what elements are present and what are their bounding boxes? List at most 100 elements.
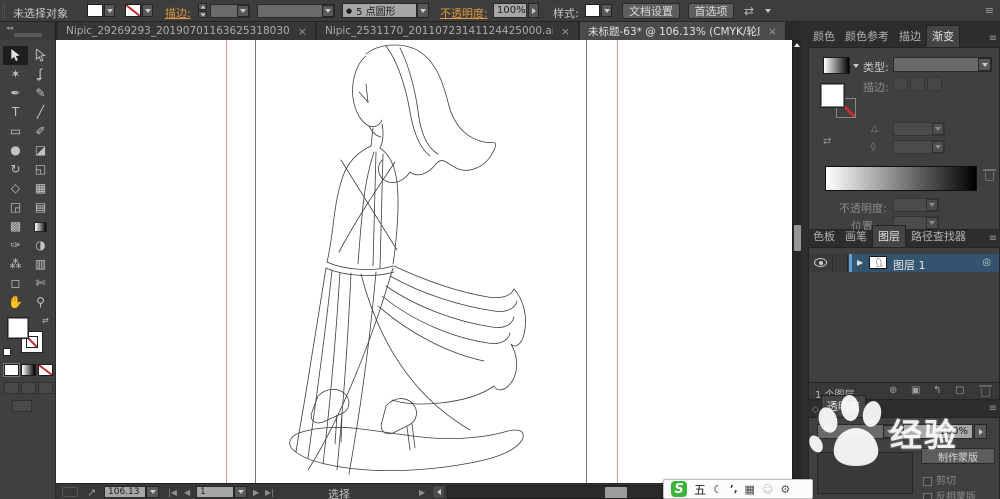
- layer-thumbnail[interactable]: [869, 256, 887, 269]
- free-transform-tool[interactable]: ▦: [28, 179, 53, 198]
- scale-tool[interactable]: ◱: [28, 160, 53, 179]
- gradient-slider[interactable]: [825, 166, 977, 191]
- last-artboard-button[interactable]: ▶|: [265, 488, 274, 497]
- target-circle-icon[interactable]: ◎: [982, 257, 991, 268]
- ime-login-icon[interactable]: ☺: [762, 483, 773, 496]
- document-setup-button[interactable]: 文档设置: [622, 3, 680, 19]
- visibility-cell[interactable]: [809, 254, 833, 272]
- new-sublayer-icon[interactable]: ↰: [933, 385, 941, 396]
- blob-brush-tool[interactable]: ●: [3, 141, 28, 160]
- locate-object-icon[interactable]: ⊕: [889, 385, 897, 396]
- brush-definition-arrow[interactable]: [417, 3, 429, 18]
- ime-mode-wubi[interactable]: 五: [694, 481, 706, 498]
- invert-mask-checkbox[interactable]: 反相蒙版: [923, 488, 976, 499]
- document-tab-2-close-icon[interactable]: ×: [561, 25, 570, 38]
- delete-stop-icon[interactable]: [983, 169, 996, 181]
- artboard-nav-icon[interactable]: [62, 487, 78, 497]
- layer-row-selected[interactable]: ▶ 图层 1 ◎: [849, 254, 999, 272]
- delete-layer-icon[interactable]: [979, 385, 992, 397]
- document-tab-1[interactable]: Nipic_29269293_20190701163625318030.ai* …: [58, 22, 316, 40]
- stroke-color-swatch[interactable]: [125, 4, 141, 17]
- pen-tool[interactable]: ✒: [3, 84, 28, 103]
- tab-stroke[interactable]: 描边: [894, 26, 926, 47]
- clip-checkbox[interactable]: 剪切: [923, 472, 956, 487]
- stroke-weight-stepper[interactable]: [198, 3, 207, 18]
- control-bar-menu-icon[interactable]: ≡: [985, 4, 994, 17]
- status-expand-icon[interactable]: ▶: [419, 488, 425, 497]
- transparency-opacity-field[interactable]: 100%: [903, 424, 973, 439]
- opacity-link[interactable]: 不透明度:: [440, 5, 488, 21]
- brush-definition-dropdown[interactable]: ● 5 点圆形: [342, 3, 417, 18]
- line-segment-tool[interactable]: ╱: [28, 103, 53, 122]
- transparency-panel-menu-icon[interactable]: ≡: [989, 403, 998, 414]
- gradient-stroke-along-button[interactable]: [910, 77, 925, 91]
- align-icon[interactable]: ⇄: [744, 4, 754, 18]
- expand-triangle-icon[interactable]: ▶: [857, 258, 863, 267]
- artwork-woman-sketch[interactable]: [56, 40, 792, 483]
- draw-normal-button[interactable]: [4, 382, 19, 394]
- style-dropdown[interactable]: [601, 4, 612, 17]
- make-clipping-mask-icon[interactable]: ▣: [911, 385, 920, 396]
- vertical-scrollbar[interactable]: [792, 40, 801, 483]
- pencil-tool[interactable]: ✎: [28, 84, 53, 103]
- tab-color[interactable]: 颜色: [808, 26, 840, 47]
- gradient-angle-field[interactable]: [893, 122, 945, 136]
- ime-settings-wrench-icon[interactable]: ⚙: [780, 483, 790, 496]
- preferences-button[interactable]: 首选项: [688, 3, 734, 19]
- rotate-tool[interactable]: ↻: [3, 160, 28, 179]
- lasso-tool[interactable]: ʆ: [28, 65, 53, 84]
- make-mask-button[interactable]: 制作蒙版: [921, 448, 995, 464]
- gradient-stroke-across-button[interactable]: [927, 77, 942, 91]
- sogou-logo-icon[interactable]: S: [671, 481, 687, 497]
- artboard-number-dropdown[interactable]: [234, 486, 247, 498]
- draw-behind-button[interactable]: [21, 382, 36, 394]
- transparency-opacity-arrow[interactable]: [974, 424, 987, 439]
- scroll-up-icon[interactable]: [794, 43, 800, 47]
- layer-name[interactable]: 图层 1: [893, 257, 926, 273]
- style-swatch[interactable]: [585, 4, 600, 17]
- eyedropper-tool[interactable]: ✑: [3, 236, 28, 255]
- perspective-grid-tool[interactable]: ▤: [28, 198, 53, 217]
- ime-halfmoon-icon[interactable]: ☾: [713, 483, 723, 496]
- zoom-level-dropdown[interactable]: [146, 486, 159, 498]
- gradient-aspect-field[interactable]: [893, 140, 945, 154]
- width-tool[interactable]: ◇: [3, 179, 28, 198]
- gradient-swatch-thumbnail[interactable]: [823, 57, 850, 74]
- document-tab-2[interactable]: Nipic_2531170_20110723141124425000.ai* @…: [317, 22, 579, 40]
- panel-collapse-diamond-icon[interactable]: ◇: [808, 402, 821, 417]
- scroll-left-button[interactable]: [432, 485, 445, 499]
- ime-punctuation-icon[interactable]: ’,: [730, 484, 738, 495]
- width-profile-dropdown[interactable]: [257, 4, 335, 18]
- fill-color-dropdown[interactable]: [104, 4, 115, 17]
- hand-tool[interactable]: ✋: [3, 293, 28, 312]
- document-canvas[interactable]: [56, 40, 792, 483]
- ime-soft-keyboard-icon[interactable]: ▦: [745, 483, 755, 496]
- opacity-arrow[interactable]: [528, 3, 539, 18]
- panel-grip[interactable]: [2, 3, 5, 18]
- blend-tool[interactable]: ◑: [28, 236, 53, 255]
- symbol-sprayer-tool[interactable]: ⁂: [3, 255, 28, 274]
- artboard-tool[interactable]: ◻: [3, 274, 28, 293]
- prev-artboard-button[interactable]: ◀: [184, 488, 190, 497]
- stop-opacity-field[interactable]: [893, 198, 939, 212]
- tab-color-guide[interactable]: 颜色参考: [840, 26, 894, 47]
- screen-mode-button[interactable]: [12, 400, 32, 412]
- selection-tool[interactable]: [3, 46, 28, 65]
- clip-checkbox-box[interactable]: [923, 476, 932, 486]
- reverse-gradient-icon[interactable]: ⇄: [823, 136, 831, 147]
- swap-fill-stroke-icon[interactable]: ⇄: [42, 316, 49, 325]
- layers-panel-menu-icon[interactable]: ≡: [989, 233, 998, 244]
- horizontal-scroll-thumb[interactable]: [605, 487, 627, 498]
- stroke-color-dropdown[interactable]: [142, 4, 153, 17]
- lock-cell[interactable]: [834, 254, 848, 272]
- eye-icon[interactable]: [814, 258, 827, 267]
- tab-brushes[interactable]: 画笔: [840, 226, 872, 247]
- gradient-tool[interactable]: [28, 217, 53, 236]
- mesh-tool[interactable]: ▩: [3, 217, 28, 236]
- collapse-panel-icon[interactable]: ◂◂: [6, 24, 13, 32]
- tab-layers-active[interactable]: 图层: [872, 225, 906, 247]
- next-artboard-button[interactable]: ▶: [253, 488, 259, 497]
- invert-mask-checkbox-box[interactable]: [923, 492, 932, 499]
- vertical-scroll-thumb[interactable]: [794, 225, 801, 251]
- tab-pathfinder[interactable]: 路径查找器: [906, 226, 971, 247]
